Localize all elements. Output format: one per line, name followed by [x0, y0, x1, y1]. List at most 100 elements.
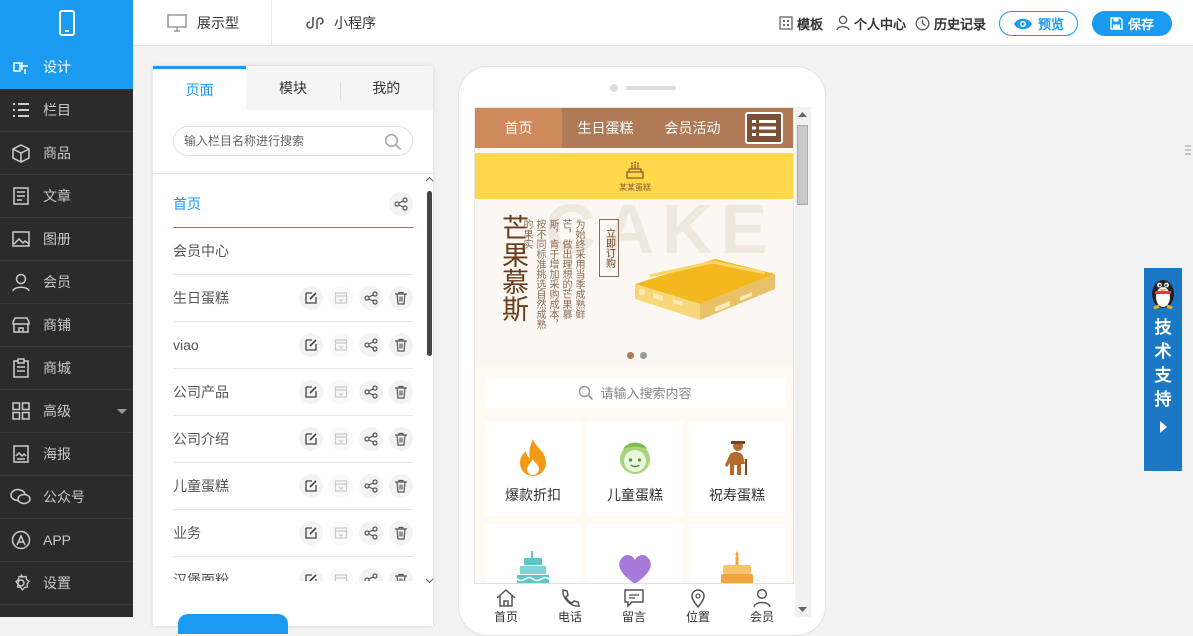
trash-icon[interactable] — [389, 333, 413, 357]
page-row[interactable]: 儿童蛋糕 — [173, 463, 413, 510]
trash-icon[interactable] — [389, 286, 413, 310]
chevron-up-icon[interactable] — [798, 111, 807, 117]
save-button[interactable]: 保存 — [1092, 11, 1172, 36]
order-now-button[interactable]: 立即订购 — [599, 219, 619, 277]
sidebar-item-albums[interactable]: 图册 — [0, 218, 133, 261]
trash-icon[interactable] — [389, 521, 413, 545]
page-row[interactable]: 公司产品 — [173, 369, 413, 416]
personal-center-button[interactable]: 个人中心 — [836, 0, 906, 46]
edit-icon[interactable] — [299, 380, 323, 404]
page-row[interactable]: viao — [173, 322, 413, 369]
article-icon — [10, 185, 32, 207]
hide-icon[interactable] — [329, 333, 353, 357]
share-icon[interactable] — [359, 380, 383, 404]
chevron-up-icon[interactable] — [425, 176, 434, 182]
mobile-preview-scroll-thumb[interactable] — [797, 125, 808, 205]
history-button[interactable]: 历史记录 — [915, 0, 986, 46]
search-icon[interactable] — [384, 133, 402, 151]
sidebar-item-app[interactable]: APP — [0, 519, 133, 562]
slide-dot-2[interactable] — [640, 352, 647, 359]
sidebar-item-mall[interactable]: 商城 — [0, 347, 133, 390]
edit-icon[interactable] — [299, 333, 323, 357]
sidebar-item-articles[interactable]: 文章 — [0, 175, 133, 218]
trash-icon[interactable] — [389, 474, 413, 498]
page-row[interactable]: 首页 — [173, 181, 413, 228]
page-row-label: 首页 — [173, 196, 201, 212]
page-search-input[interactable] — [184, 134, 374, 148]
category-hot-discount[interactable]: 爆款折扣 — [485, 422, 581, 516]
template-button[interactable]: 模板 — [779, 0, 823, 46]
hero-slide[interactable]: CAKE 芒果慕斯 为始终采用当季成熟鲜芒，做出理想的芒果慕斯，肯于增加采购成本… — [475, 190, 793, 367]
mobile-mode-icon[interactable] — [0, 0, 133, 46]
panel-tabs: 页面 模块 我的 — [153, 66, 433, 110]
footer-home[interactable]: 首页 — [474, 584, 538, 624]
trash-icon[interactable] — [389, 380, 413, 404]
hide-icon[interactable] — [329, 521, 353, 545]
page-row[interactable]: 业务 — [173, 510, 413, 557]
mobile-menu-button[interactable] — [745, 112, 783, 144]
share-icon[interactable] — [359, 427, 383, 451]
sidebar-item-products[interactable]: 商品 — [0, 132, 133, 175]
share-icon[interactable] — [359, 568, 383, 581]
footer-message[interactable]: 留言 — [602, 584, 666, 624]
trash-icon[interactable] — [389, 568, 413, 581]
trash-icon[interactable] — [389, 427, 413, 451]
sidebar-item-members[interactable]: 会员 — [0, 261, 133, 304]
tab-modules[interactable]: 模块 — [246, 66, 339, 110]
tech-support-button[interactable]: 技术支持 — [1144, 268, 1182, 471]
edit-icon[interactable] — [299, 474, 323, 498]
edit-icon[interactable] — [299, 427, 323, 451]
sidebar-item-label: 商城 — [43, 360, 71, 376]
tab-mini-program[interactable]: 小程序 — [271, 0, 376, 46]
mobile-nav-member-activity[interactable]: 会员活动 — [649, 108, 736, 148]
hide-icon[interactable] — [329, 380, 353, 404]
tab-display-type[interactable]: 展示型 — [167, 0, 239, 46]
edit-icon[interactable] — [299, 568, 323, 581]
chevron-down-icon[interactable] — [425, 578, 434, 584]
footer-location[interactable]: 位置 — [666, 584, 730, 624]
footer-phone[interactable]: 电话 — [538, 584, 602, 624]
sidebar-item-wechat[interactable]: 公众号 — [0, 476, 133, 519]
sidebar-item-advanced[interactable]: 高级 — [0, 390, 133, 433]
page-list-scrollbar[interactable] — [427, 191, 432, 356]
page-row-label: 公司介绍 — [173, 431, 229, 447]
edit-icon[interactable] — [299, 521, 323, 545]
page-row[interactable]: 生日蛋糕 — [173, 275, 413, 322]
preview-button[interactable]: 预览 — [999, 11, 1078, 36]
page-row[interactable]: 公司介绍 — [173, 416, 413, 463]
page-row[interactable]: 会员中心 — [173, 228, 413, 275]
sidebar-item-poster[interactable]: 海报 — [0, 433, 133, 476]
sidebar-item-shops[interactable]: 商铺 — [0, 304, 133, 347]
share-icon[interactable] — [359, 474, 383, 498]
share-icon[interactable] — [359, 286, 383, 310]
share-icon[interactable] — [389, 192, 413, 216]
hide-icon[interactable] — [329, 427, 353, 451]
page-scrollbar[interactable] — [1183, 46, 1193, 617]
category-kids-cake[interactable]: 儿童蛋糕 — [587, 422, 683, 516]
add-page-button[interactable] — [178, 614, 288, 634]
edit-icon[interactable] — [299, 286, 323, 310]
tab-pages[interactable]: 页面 — [153, 66, 247, 110]
mobile-search-box[interactable]: 请输入搜索内容 — [485, 377, 785, 408]
sidebar-item-columns[interactable]: 栏目 — [0, 89, 133, 132]
category-longevity-cake[interactable]: 祝寿蛋糕 — [689, 422, 785, 516]
page-row-actions — [299, 333, 413, 357]
page-row[interactable]: 汉堡面粉 — [173, 557, 413, 581]
sidebar-item-settings[interactable]: 设置 — [0, 562, 133, 605]
share-icon[interactable] — [359, 333, 383, 357]
chevron-down-icon[interactable] — [798, 607, 807, 613]
sidebar-item-design[interactable]: 设计 — [0, 46, 133, 89]
sidebar-item-label: 设计 — [43, 59, 71, 75]
share-icon[interactable] — [359, 521, 383, 545]
hide-icon[interactable] — [329, 474, 353, 498]
footer-member[interactable]: 会员 — [730, 584, 794, 624]
slide-dot-1[interactable] — [627, 352, 634, 359]
tab-mine[interactable]: 我的 — [339, 66, 433, 110]
page-row-label: 儿童蛋糕 — [173, 478, 229, 494]
user-icon — [10, 271, 32, 293]
mobile-nav-home[interactable]: 首页 — [475, 108, 562, 148]
mobile-nav-birthday-cake[interactable]: 生日蛋糕 — [562, 108, 649, 148]
hide-icon[interactable] — [329, 286, 353, 310]
hide-icon[interactable] — [329, 568, 353, 581]
image-icon — [10, 228, 32, 250]
